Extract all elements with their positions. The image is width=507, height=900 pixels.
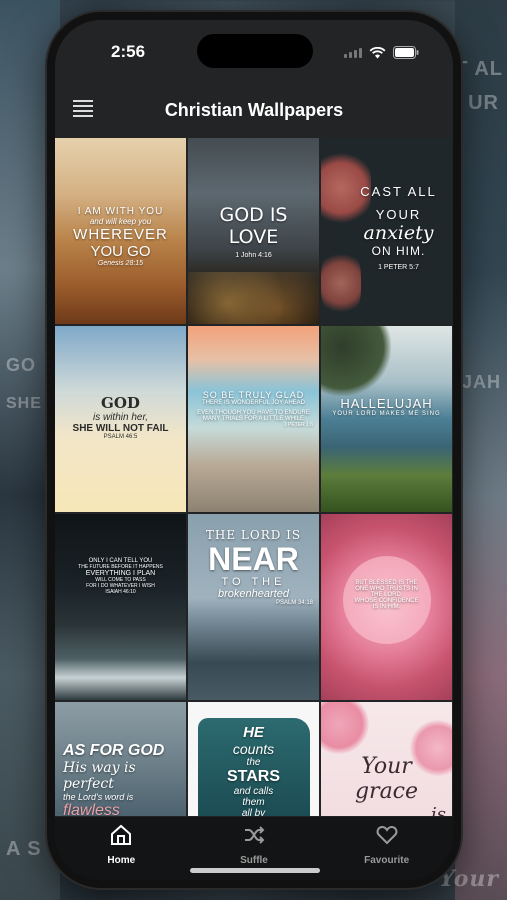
wallpaper-ref: ISAIAH 46:10 (105, 589, 136, 595)
tab-label: Favourite (364, 855, 410, 866)
wallpaper-line: THERE IS WONDERFUL JOY AHEAD (201, 400, 306, 406)
wallpaper-line: HE (243, 724, 264, 741)
wallpaper-tile[interactable]: I AM WITH YOU and will keep you WHEREVER… (55, 138, 186, 324)
wallpaper-tile[interactable]: HALLELUJAH YOUR LORD MAKES ME SING (321, 326, 452, 512)
wallpaper-line: counts (232, 741, 275, 757)
wallpaper-tile[interactable]: Your grace is (321, 702, 452, 824)
nav-bar: Christian Wallpapers (55, 86, 453, 138)
shuffle-icon (244, 826, 265, 844)
home-indicator (190, 868, 320, 873)
wallpaper-ref: Genesis 28:15 (97, 260, 144, 267)
wallpaper-line: Your (361, 754, 412, 779)
status-bar: 2:56 (55, 20, 453, 78)
wallpaper-line: anxiety (363, 222, 434, 244)
wallpaper-line: HALLELUJAH (340, 396, 433, 411)
tab-home[interactable]: Home (61, 817, 181, 880)
wallpaper-ref: 1 John 4:16 (235, 252, 272, 259)
wallpaper-line: grace (354, 779, 419, 804)
wallpaper-tile[interactable]: GOD is within her, SHE WILL NOT FAIL PSA… (55, 326, 186, 512)
tab-label: Suffle (240, 855, 268, 866)
wallpaper-line: I AM WITH YOU (77, 206, 164, 217)
wallpaper-line: EVERYTHING I PLAN (85, 570, 156, 577)
wallpaper-line: AS FOR GOD (63, 742, 165, 759)
backdrop-text: T AL (455, 58, 503, 80)
status-time: 2:56 (111, 42, 146, 61)
wallpaper-ref: PSALM 34:18 (275, 600, 313, 606)
tab-label: Home (107, 855, 136, 866)
wallpaper-tile[interactable]: HE counts the STARS and calls them all b… (188, 702, 319, 824)
wallpaper-line: them (242, 797, 265, 808)
wallpaper-line: and calls (233, 786, 274, 797)
backdrop-text: A S (6, 838, 42, 860)
wallpaper-line: STARS (226, 768, 281, 785)
wallpaper-tile[interactable]: CAST ALL YOUR anxiety ON HIM. 1 PETER 5:… (321, 138, 452, 324)
wallpaper-line: is within her, (92, 412, 149, 423)
wallpaper-tile[interactable]: GOD IS LOVE 1 John 4:16 (188, 138, 319, 324)
wallpaper-line: GOD (101, 394, 140, 412)
tab-favourite[interactable]: Favourite (327, 817, 447, 880)
phone-frame: 2:56 Christian Wallpapers I AM WITH YOU … (47, 12, 461, 888)
wallpaper-line: perfect (63, 776, 114, 792)
wallpaper-line: WHEREVER (73, 226, 168, 243)
wallpaper-line: the Lord's word is (63, 792, 134, 802)
home-icon (111, 824, 132, 845)
dynamic-island (197, 34, 313, 68)
wallpaper-line: His way is (63, 760, 136, 776)
signal-icon (344, 47, 362, 58)
wallpaper-tile[interactable]: THE LORD IS NEAR TO THE brokenhearted PS… (188, 514, 319, 700)
backdrop-right-strip (455, 0, 507, 900)
app-screen: 2:56 Christian Wallpapers I AM WITH YOU … (55, 20, 453, 880)
backdrop-text: UR (468, 92, 499, 114)
wallpaper-grid: I AM WITH YOU and will keep you WHEREVER… (55, 138, 453, 824)
wallpaper-ref: 1 PETER 1:6 (283, 422, 313, 428)
wallpaper-line: CAST ALL (360, 184, 437, 199)
wallpaper-tile[interactable]: SO BE TRULY GLAD THERE IS WONDERFUL JOY … (188, 326, 319, 512)
wallpaper-ref: 1 PETER 5:7 (378, 264, 419, 271)
wifi-icon (369, 46, 386, 58)
backdrop-text: GO (6, 355, 37, 375)
wallpaper-line: the (246, 757, 261, 768)
wallpaper-line: YOUR LORD MAKES ME SING (332, 411, 441, 417)
wallpaper-line: YOU GO (90, 243, 151, 260)
wallpaper-tile[interactable]: BUT BLESSED IS THE ONE WHO TRUSTS IN THE… (321, 514, 452, 700)
heart-icon (376, 825, 398, 845)
wallpaper-line: YOUR (375, 207, 422, 222)
tab-bar: Home Suffle Favourite (55, 816, 453, 880)
wallpaper-line: ON HIM. (371, 244, 426, 258)
wallpaper-line: IS IN HIM. (372, 604, 401, 610)
wallpaper-line: SHE WILL NOT FAIL (72, 423, 169, 434)
wallpaper-line: GOD IS LOVE (219, 204, 288, 248)
wallpaper-line: NEAR (208, 541, 299, 577)
wallpaper-line: TO THE (221, 576, 286, 588)
battery-icon (393, 46, 419, 59)
wallpaper-line: brokenhearted (218, 588, 289, 600)
wallpaper-line: and will keep you (89, 217, 152, 226)
status-icons (344, 46, 419, 59)
page-title: Christian Wallpapers (164, 100, 344, 120)
wallpaper-line: SO BE TRULY GLAD (202, 390, 305, 400)
wallpaper-ref: PSALM 46:5 (103, 434, 138, 440)
wallpaper-tile[interactable]: ONLY I CAN TELL YOU THE FUTURE BEFORE IT… (55, 514, 186, 700)
wallpaper-tile[interactable]: AS FOR GOD His way is perfect the Lord's… (55, 702, 186, 824)
wallpaper-line: THE LORD IS (205, 528, 302, 542)
